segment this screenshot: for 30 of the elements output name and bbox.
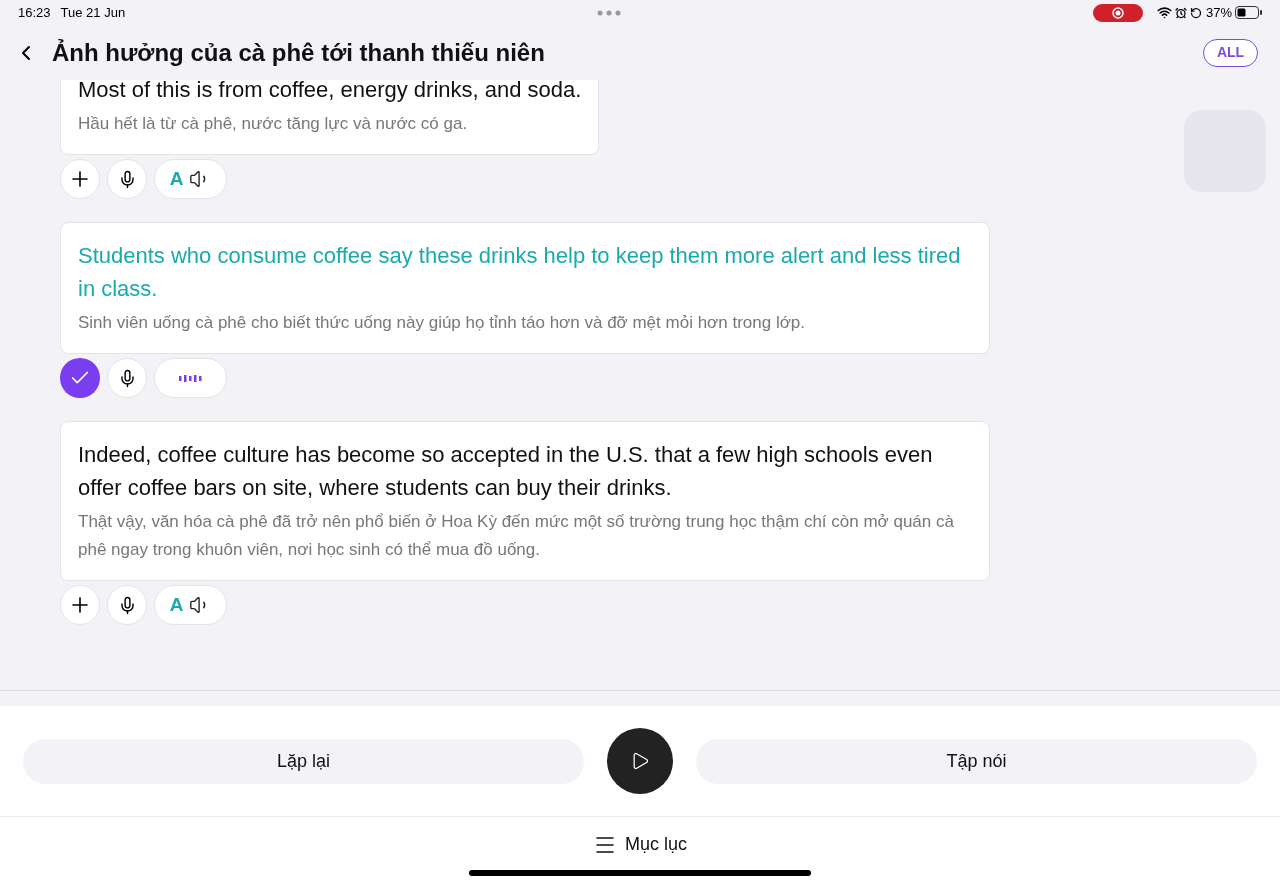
english-sentence: Students who consume coffee say these drinks help to keep them more alert and less tired in class.	[78, 242, 962, 303]
all-filter-button[interactable]: ALL	[1203, 38, 1258, 67]
status-date: Tue 21 Jun	[60, 3, 126, 22]
recording-indicator	[1092, 3, 1143, 22]
vietnamese-translation: Hầu hết là từ cà phê, nước tăng lực và nước có ga.	[78, 113, 469, 135]
english-sentence: Indeed, coffee culture has become so accepted in the U.S. that a few high schools even offer coffee bars on site, where students can buy their drinks.	[78, 441, 934, 502]
status-time: 16:23	[18, 3, 51, 22]
battery-percent: 37%	[1205, 3, 1232, 22]
vietnamese-translation: Thật vậy, văn hóa cà phê đã trở nên phổ biến ở Hoa Kỳ đến mức một số trường trung học thậm chí còn mở quán cà phê ngay trong khuôn viên, nơi học sinh có thể mua đồ uống.	[78, 511, 955, 561]
battery-icon	[1235, 6, 1262, 19]
wifi-icon	[1156, 5, 1172, 20]
table-of-contents-button[interactable]: Mục lục	[593, 831, 687, 858]
sentence-card[interactable]: Most of this is from coffee, energy drinks, and soda. Hầu hết là từ cà phê, nước tăng lực và nước có ga.	[60, 80, 600, 155]
page-title: Ảnh hưởng của cà phê tới thanh thiếu niên	[52, 37, 545, 68]
rotation-lock-icon	[1189, 6, 1202, 19]
repeat-button[interactable]: Lặp lại	[23, 738, 584, 784]
add-button[interactable]	[60, 585, 100, 625]
more-icon[interactable]	[597, 9, 622, 16]
add-button[interactable]	[60, 159, 100, 199]
record-button[interactable]	[107, 358, 147, 398]
done-button[interactable]	[60, 358, 100, 398]
waveform-icon	[178, 374, 203, 382]
alarm-icon	[1174, 6, 1187, 19]
practice-speaking-button[interactable]: Tập nói	[696, 738, 1257, 784]
sentence-card[interactable]	[60, 421, 990, 581]
record-button[interactable]	[107, 159, 147, 199]
record-button[interactable]	[107, 585, 147, 625]
vietnamese-translation: Sinh viên uống cà phê cho biết thức uống này giúp họ tỉnh táo hơn và đỡ mệt mỏi hơn trong lớp.	[78, 312, 806, 334]
sentence-card[interactable]: Students who consume coffee say these drinks help to keep them more alert and less tired in class. Sinh viên uống cà phê cho biết thức uống này giúp họ tỉnh táo hơn và đỡ mệt mỏi hơn trong lớp.	[60, 222, 990, 354]
english-sentence: Most of this is from coffee, energy drinks, and soda.	[78, 80, 582, 104]
